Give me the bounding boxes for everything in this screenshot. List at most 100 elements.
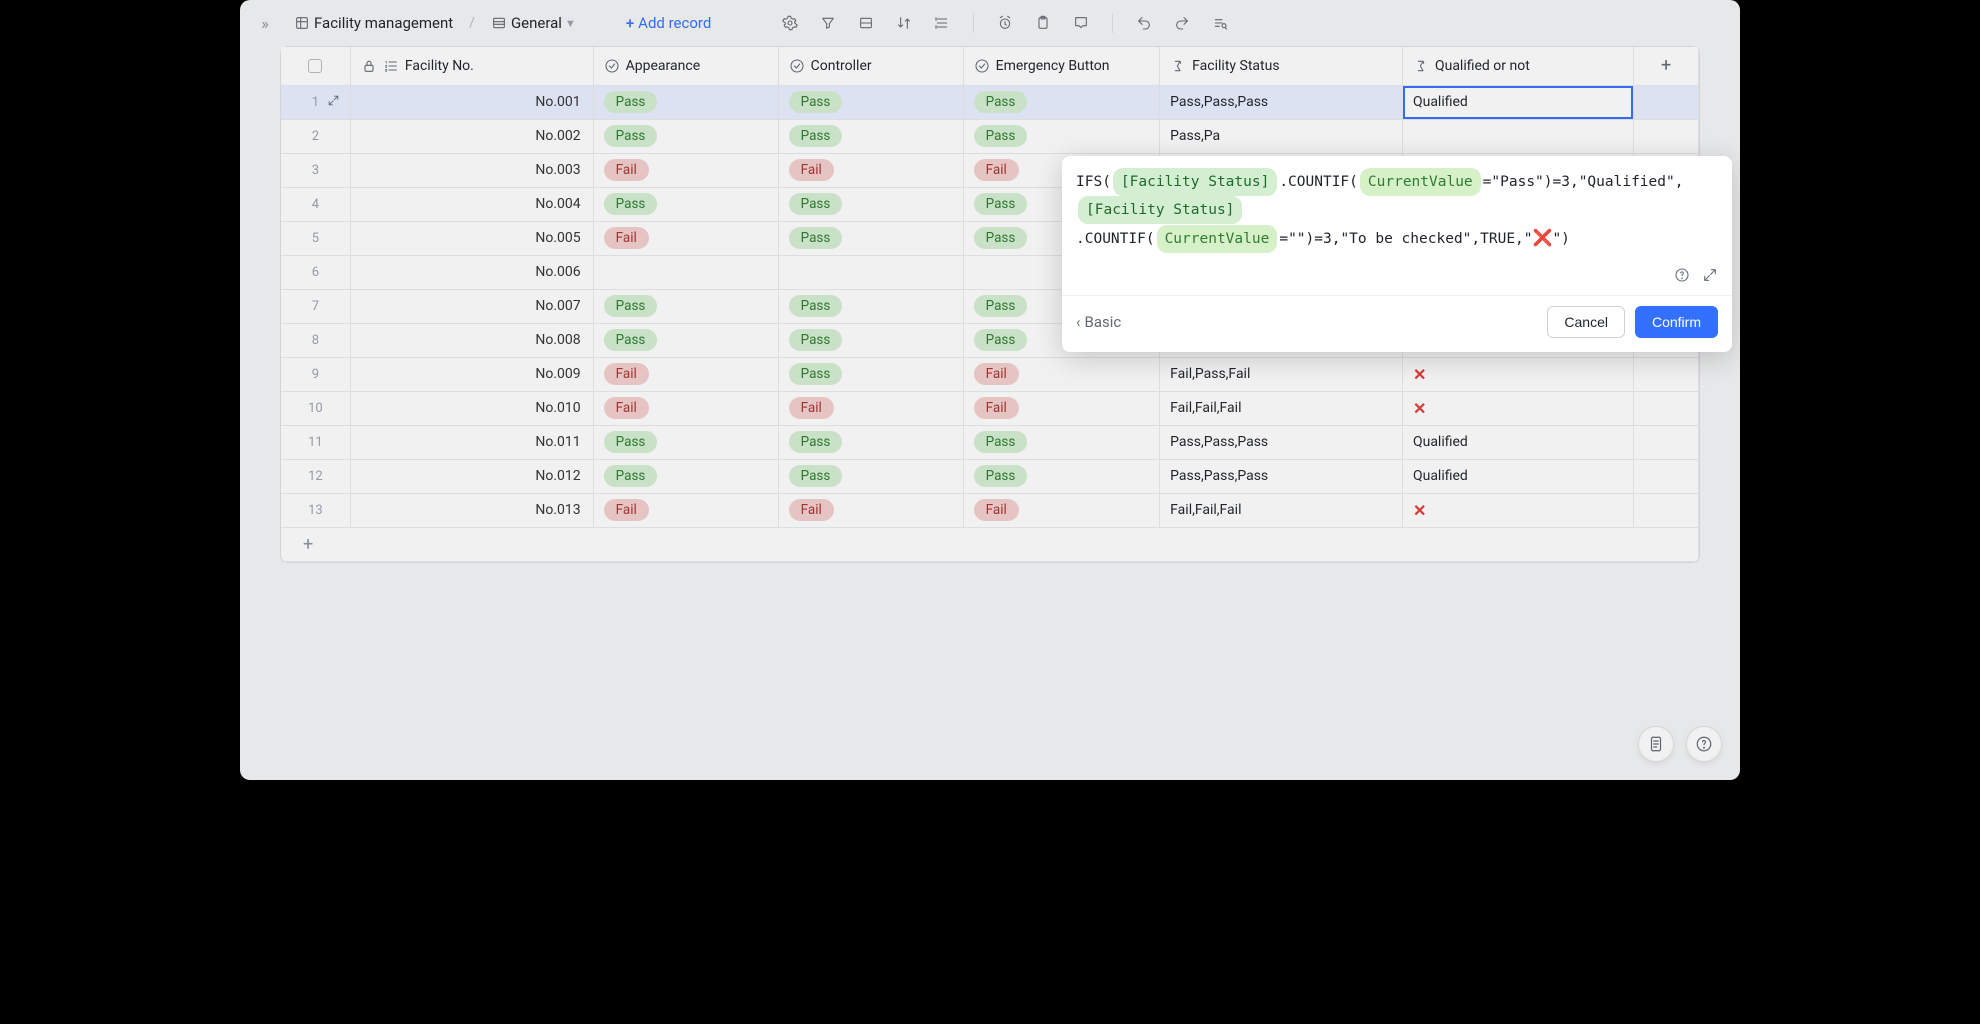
table-row[interactable]: 11No.011PassPassPassPass,Pass,PassQualif… — [281, 425, 1699, 459]
cell-appearance[interactable]: Pass — [593, 187, 778, 221]
column-header-emergency[interactable]: Emergency Button — [963, 47, 1160, 85]
filter-icon[interactable] — [813, 8, 843, 38]
table-row[interactable]: 12No.012PassPassPassPass,Pass,PassQualif… — [281, 459, 1699, 493]
cell-appearance[interactable] — [593, 255, 778, 289]
cell-appearance[interactable]: Fail — [593, 357, 778, 391]
cell-status[interactable]: Pass,Pass,Pass — [1160, 85, 1403, 119]
cell-status[interactable]: Pass,Pa — [1160, 119, 1403, 153]
row-index[interactable]: 10 — [281, 391, 350, 425]
add-record-button[interactable]: + Add record — [618, 14, 719, 32]
table-row[interactable]: 9No.009FailPassFailFail,Pass,Fail✕ — [281, 357, 1699, 391]
cell-appearance[interactable]: Pass — [593, 323, 778, 357]
row-index[interactable]: 4 — [281, 187, 350, 221]
table-row[interactable]: 1No.001PassPassPassPass,Pass,PassQualifi… — [281, 85, 1699, 119]
column-header-facility-no[interactable]: 123 Facility No. — [350, 47, 593, 85]
cell-facility-no[interactable]: No.002 — [350, 119, 593, 153]
cell-facility-no[interactable]: No.007 — [350, 289, 593, 323]
group-icon[interactable] — [851, 8, 881, 38]
row-index[interactable]: 7 — [281, 289, 350, 323]
cell-emergency[interactable]: Fail — [963, 391, 1160, 425]
redo-icon[interactable] — [1167, 8, 1197, 38]
row-index[interactable]: 12 — [281, 459, 350, 493]
cell-status[interactable]: Pass,Pass,Pass — [1160, 425, 1403, 459]
cell-facility-no[interactable]: No.010 — [350, 391, 593, 425]
field-token[interactable]: [Facility Status] — [1078, 196, 1242, 224]
cell-facility-no[interactable]: No.004 — [350, 187, 593, 221]
comment-icon[interactable] — [1066, 8, 1096, 38]
search-icon[interactable] — [1205, 8, 1235, 38]
cell-controller[interactable]: Pass — [778, 85, 963, 119]
reminder-icon[interactable] — [990, 8, 1020, 38]
doc-button[interactable] — [1638, 726, 1674, 762]
row-index[interactable]: 9 — [281, 357, 350, 391]
row-index[interactable]: 2 — [281, 119, 350, 153]
row-index[interactable]: 1 — [281, 85, 350, 119]
cell-controller[interactable]: Pass — [778, 425, 963, 459]
cell-facility-no[interactable]: No.009 — [350, 357, 593, 391]
cell-qualified[interactable]: ✕ — [1402, 357, 1633, 391]
cell-facility-no[interactable]: No.008 — [350, 323, 593, 357]
row-index[interactable]: 8 — [281, 323, 350, 357]
cell-status[interactable]: Fail,Pass,Fail — [1160, 357, 1403, 391]
cell-controller[interactable]: Fail — [778, 391, 963, 425]
cell-appearance[interactable]: Fail — [593, 391, 778, 425]
cell-facility-no[interactable]: No.013 — [350, 493, 593, 527]
cell-facility-no[interactable]: No.003 — [350, 153, 593, 187]
clipboard-icon[interactable] — [1028, 8, 1058, 38]
formula-input[interactable]: IFS([Facility Status].COUNTIF(CurrentVal… — [1062, 156, 1732, 261]
cell-appearance[interactable]: Pass — [593, 459, 778, 493]
table-row[interactable]: 13No.013FailFailFailFail,Fail,Fail✕ — [281, 493, 1699, 527]
row-index[interactable]: 11 — [281, 425, 350, 459]
cell-qualified[interactable] — [1402, 119, 1633, 153]
cell-status[interactable]: Fail,Fail,Fail — [1160, 493, 1403, 527]
settings-icon[interactable] — [775, 8, 805, 38]
field-token[interactable]: [Facility Status] — [1113, 168, 1277, 196]
formula-help-icon[interactable] — [1674, 267, 1690, 287]
cell-controller[interactable]: Pass — [778, 459, 963, 493]
cancel-button[interactable]: Cancel — [1547, 306, 1625, 338]
cell-qualified[interactable]: Qualified — [1402, 459, 1633, 493]
add-column-button[interactable]: + — [1634, 47, 1699, 85]
cell-emergency[interactable]: Pass — [963, 85, 1160, 119]
cell-facility-no[interactable]: No.005 — [350, 221, 593, 255]
cell-status[interactable]: Fail,Fail,Fail — [1160, 391, 1403, 425]
cell-facility-no[interactable]: No.006 — [350, 255, 593, 289]
cell-appearance[interactable]: Fail — [593, 221, 778, 255]
cell-appearance[interactable]: Pass — [593, 425, 778, 459]
cell-controller[interactable]: Fail — [778, 493, 963, 527]
cell-emergency[interactable]: Pass — [963, 425, 1160, 459]
header-checkbox[interactable] — [281, 47, 350, 85]
column-header-appearance[interactable]: Appearance — [593, 47, 778, 85]
basic-mode-link[interactable]: ‹ Basic — [1076, 313, 1121, 331]
cell-emergency[interactable]: Pass — [963, 119, 1160, 153]
cell-controller[interactable]: Pass — [778, 119, 963, 153]
add-row-button[interactable]: + — [281, 527, 1699, 561]
cell-appearance[interactable]: Pass — [593, 119, 778, 153]
cell-qualified[interactable]: Qualified — [1402, 425, 1633, 459]
view-selector[interactable]: General ▼ — [485, 8, 582, 38]
cell-controller[interactable]: Pass — [778, 221, 963, 255]
row-index[interactable]: 13 — [281, 493, 350, 527]
current-value-token[interactable]: CurrentValue — [1157, 225, 1278, 253]
cell-controller[interactable]: Fail — [778, 153, 963, 187]
table-row[interactable]: 10No.010FailFailFailFail,Fail,Fail✕ — [281, 391, 1699, 425]
expand-sidebar-button[interactable]: » — [250, 8, 280, 38]
cell-appearance[interactable]: Pass — [593, 289, 778, 323]
expand-record-icon[interactable] — [327, 94, 340, 110]
cell-emergency[interactable]: Fail — [963, 357, 1160, 391]
table-breadcrumb[interactable]: Facility management — [288, 8, 459, 38]
formula-expand-icon[interactable] — [1702, 267, 1718, 287]
cell-appearance[interactable]: Fail — [593, 153, 778, 187]
current-value-token[interactable]: CurrentValue — [1360, 168, 1481, 196]
sort-icon[interactable] — [889, 8, 919, 38]
cell-controller[interactable]: Pass — [778, 323, 963, 357]
column-header-qualified[interactable]: Qualified or not — [1402, 47, 1633, 85]
cell-facility-no[interactable]: No.011 — [350, 425, 593, 459]
cell-qualified[interactable]: ✕ — [1402, 391, 1633, 425]
row-index[interactable]: 5 — [281, 221, 350, 255]
cell-controller[interactable]: Pass — [778, 289, 963, 323]
row-index[interactable]: 6 — [281, 255, 350, 289]
confirm-button[interactable]: Confirm — [1635, 306, 1718, 338]
help-button[interactable] — [1686, 726, 1722, 762]
cell-qualified[interactable]: ✕ — [1402, 493, 1633, 527]
